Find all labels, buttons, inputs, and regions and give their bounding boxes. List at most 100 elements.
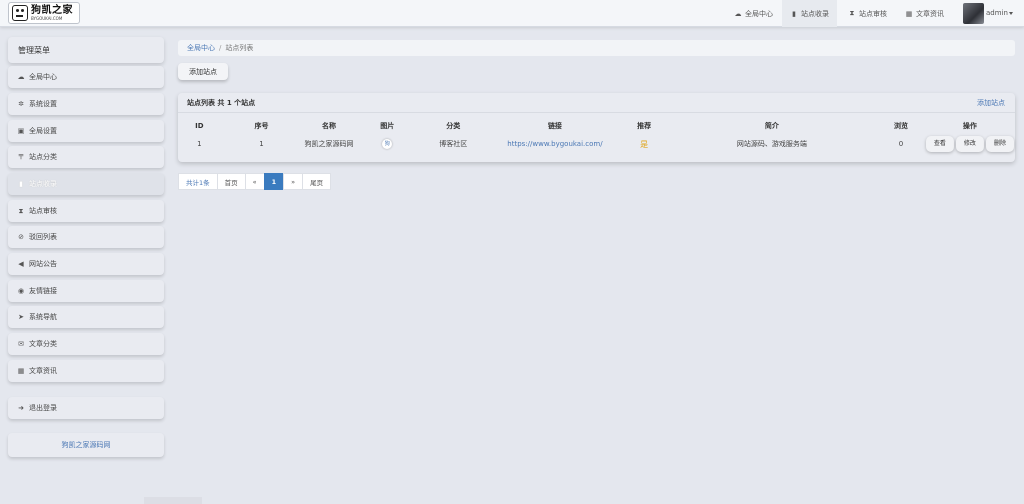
footer-watermark xyxy=(144,497,202,504)
site-table: ID 序号 名称 图片 分类 链接 推荐 简介 浏览 操作 1 1 狗凯之家源码… xyxy=(178,119,1015,155)
sidebar-item-dashboard[interactable]: ☁ 全局中心 xyxy=(8,66,164,88)
sidebar-item-site-review[interactable]: ⧗ 站点审核 xyxy=(8,200,164,222)
ban-icon: ⊘ xyxy=(18,233,24,241)
cell-recommend: 是 xyxy=(622,133,667,155)
sidebar-item-label: 站点分类 xyxy=(29,153,57,161)
sidebar-item-system-nav[interactable]: ➤ 系统导航 xyxy=(8,306,164,328)
site-logo[interactable]: 狗凯之家 BYGOUKAI.COM xyxy=(8,2,80,24)
sidebar-item-label: 系统导航 xyxy=(29,313,57,321)
avatar[interactable] xyxy=(963,3,984,24)
topnav-label: 站点收录 xyxy=(801,9,829,18)
sidebar-item-system-settings[interactable]: ✲ 系统设置 xyxy=(8,93,164,115)
cell-actions: 查看 修改 删除 xyxy=(925,133,1015,155)
sidebar-item-global-settings[interactable]: ▣ 全局设置 xyxy=(8,120,164,142)
sidebar-item-label: 全局设置 xyxy=(29,127,57,135)
hourglass-icon: ⧗ xyxy=(18,206,24,215)
topnav-articles[interactable]: ▦ 文章资讯 xyxy=(897,0,952,27)
book-icon: ▮ xyxy=(792,9,796,18)
recommend-badge: 是 xyxy=(640,139,649,149)
sidebar-item-articles[interactable]: ▦ 文章资讯 xyxy=(8,360,164,382)
sidebar-item-label: 全局中心 xyxy=(29,73,57,81)
edit-button[interactable]: 修改 xyxy=(955,136,984,152)
sidebar-item-article-category[interactable]: ✉ 文章分类 xyxy=(8,333,164,355)
dashboard-icon: ☁ xyxy=(734,9,742,18)
table-header-row: ID 序号 名称 图片 分类 链接 推荐 简介 浏览 操作 xyxy=(178,119,1015,133)
sidebar-item-label: 文章资讯 xyxy=(29,367,57,375)
sidebar-item-label: 文章分类 xyxy=(29,340,57,348)
book-icon: ▮ xyxy=(19,180,23,188)
site-thumbnail[interactable]: 狗 xyxy=(382,139,393,149)
cell-image: 狗 xyxy=(356,133,419,155)
topnav-site-review[interactable]: ⧗ 站点审核 xyxy=(840,0,895,27)
site-list-panel: 站点列表 共 1 个站点 添加站点 ID 序号 名称 图片 分类 链接 推荐 简… xyxy=(178,93,1015,162)
pagination-last[interactable]: 尾页 xyxy=(302,173,332,190)
sidebar-item-label: 系统设置 xyxy=(29,100,57,108)
pagination-next[interactable]: » xyxy=(283,173,304,190)
logo-url: BYGOUKAI.COM xyxy=(31,15,63,21)
view-button[interactable]: 查看 xyxy=(925,136,954,152)
cell-intro: 网站源码、游戏服务端 xyxy=(736,140,807,148)
sidebar: 管理菜单 xyxy=(8,37,164,63)
cell-order: 1 xyxy=(259,140,264,148)
sidebar-item-site-collect[interactable]: ▮ 站点收录 xyxy=(8,173,164,195)
breadcrumb-current: 站点列表 xyxy=(225,44,254,52)
logout-button[interactable]: ➜ 退出登录 xyxy=(8,397,164,419)
pagination-first[interactable]: 首页 xyxy=(216,173,246,190)
topnav-label: 全局中心 xyxy=(745,9,773,18)
sidebar-item-announcement[interactable]: ◀ 网站公告 xyxy=(8,253,164,275)
breadcrumb-home[interactable]: 全局中心 xyxy=(187,43,215,53)
sidebar-item-label: 站点收录 xyxy=(29,180,57,188)
site-home-link[interactable]: 狗凯之家源码网 xyxy=(8,433,164,457)
picture-icon: ▣ xyxy=(17,127,25,135)
breadcrumb: 全局中心 / 站点列表 xyxy=(178,40,1015,56)
bullhorn-icon: ◀ xyxy=(18,260,24,268)
add-site-button[interactable]: 添加站点 xyxy=(178,63,228,80)
sidebar-item-rejected[interactable]: ⊘ 驳回列表 xyxy=(8,226,164,248)
column-header: 序号 xyxy=(254,122,269,130)
sidebar-item-site-category[interactable]: 〒站点分类 xyxy=(8,146,164,168)
add-site-link[interactable]: 添加站点 xyxy=(977,98,1005,108)
panel-title: 站点列表 共 1 个站点 xyxy=(187,98,256,107)
hourglass-icon: ⧗ xyxy=(849,9,855,17)
cell-category: 博客社区 xyxy=(439,140,468,148)
table-row: 1 1 狗凯之家源码网 狗 博客社区 https://www.bygoukai.… xyxy=(178,133,1015,155)
chevron-down-icon[interactable] xyxy=(1009,12,1013,15)
sidebar-item-label: 站点审核 xyxy=(29,207,57,215)
logout-label: 退出登录 xyxy=(29,404,57,412)
logo-name: 狗凯之家 xyxy=(31,4,73,16)
eye-icon: ◉ xyxy=(17,287,25,295)
topnav-label: 文章资讯 xyxy=(916,9,944,18)
dashboard-icon: ☁ xyxy=(17,73,25,81)
sidebar-title: 管理菜单 xyxy=(8,37,164,63)
topnav-label: 站点审核 xyxy=(859,9,887,18)
panel-header: 站点列表 共 1 个站点 添加站点 xyxy=(178,93,1015,113)
pagination: 共计1条 首页 « 1 » 尾页 xyxy=(178,173,332,190)
logout-icon: ➜ xyxy=(18,404,24,412)
column-header: 分类 xyxy=(446,122,461,130)
topnav-dashboard[interactable]: ☁ 全局中心 xyxy=(726,0,781,27)
user-name[interactable]: admin xyxy=(986,9,1008,17)
filter-icon: 〒 xyxy=(17,153,25,161)
column-header: 推荐 xyxy=(637,122,652,130)
keyboard-icon: ▦ xyxy=(17,367,25,375)
cell-link[interactable]: https://www.bygoukai.com/ xyxy=(488,133,622,155)
cell-name: 狗凯之家源码网 xyxy=(304,140,354,148)
column-header: 图片 xyxy=(380,122,395,130)
send-icon: ➤ xyxy=(18,313,24,321)
column-header: 名称 xyxy=(322,122,337,130)
logo-mark xyxy=(12,5,28,21)
column-header: 链接 xyxy=(547,122,562,130)
cell-views: 0 xyxy=(898,140,904,148)
sidebar-item-label: 网站公告 xyxy=(29,260,57,268)
pagination-current[interactable]: 1 xyxy=(263,173,285,190)
top-bar: 狗凯之家 BYGOUKAI.COM ☁ 全局中心 ▮ 站点收录 ⧗ 站点审核 ▦… xyxy=(0,0,1024,27)
sidebar-item-label: 驳回列表 xyxy=(29,233,57,241)
column-header: ID xyxy=(195,122,204,130)
delete-button[interactable]: 删除 xyxy=(985,136,1014,152)
sidebar-item-friend-links[interactable]: ◉ 友情链接 xyxy=(8,280,164,302)
topnav-site-collect[interactable]: ▮ 站点收录 xyxy=(782,0,837,27)
keyboard-icon: ▦ xyxy=(905,9,913,18)
column-header: 操作 xyxy=(962,122,977,130)
pagination-prev[interactable]: « xyxy=(244,173,265,190)
column-header: 浏览 xyxy=(894,122,908,130)
